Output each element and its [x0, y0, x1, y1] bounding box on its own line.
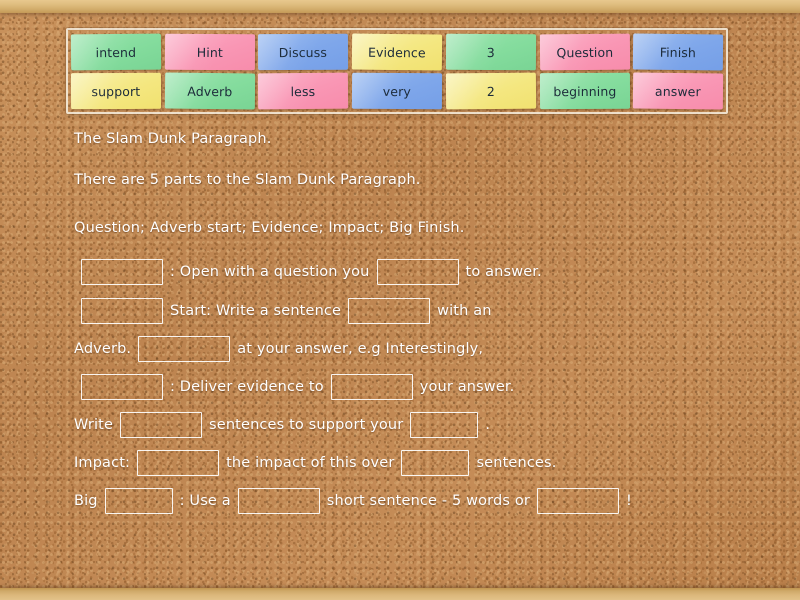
- title-text: The Slam Dunk Paragraph.: [74, 131, 272, 147]
- blank-3[interactable]: [81, 298, 163, 324]
- tile-row-1: intend Hint Discuss Evidence 3 Question …: [70, 33, 724, 71]
- tile-label: less: [290, 83, 316, 99]
- blank-1[interactable]: [81, 259, 163, 285]
- tile-label: Discuss: [279, 44, 328, 60]
- tile-label: intend: [95, 44, 137, 60]
- word-tile-bank: intend Hint Discuss Evidence 3 Question …: [66, 28, 728, 114]
- board-frame-top: [0, 0, 800, 13]
- adverb-hint-text-a: Adverb.: [74, 341, 132, 357]
- blank-11[interactable]: [401, 450, 470, 476]
- impact-text-b: the impact of this over: [226, 455, 395, 471]
- structure-text: Question; Adverb start; Evidence; Impact…: [74, 220, 465, 236]
- tile-label: beginning: [552, 83, 617, 99]
- text-line-support: Write sentences to support your .: [0, 406, 800, 444]
- big-finish-text-a: Big: [74, 493, 98, 509]
- word-tile-evidence[interactable]: Evidence: [351, 33, 443, 71]
- word-tile-hint[interactable]: Hint: [164, 33, 255, 71]
- text-line-title: The Slam Dunk Paragraph.: [0, 122, 800, 156]
- word-tile-support[interactable]: support: [70, 72, 161, 110]
- blank-12[interactable]: [104, 488, 173, 514]
- text-line-adverb-start: Start: Write a sentence with an: [0, 292, 800, 330]
- word-tile-intend[interactable]: intend: [70, 33, 161, 71]
- blank-2[interactable]: [376, 259, 459, 285]
- blank-6[interactable]: [81, 374, 163, 400]
- word-tile-less[interactable]: less: [258, 72, 349, 110]
- parts-text: There are 5 parts to the Slam Dunk Parag…: [74, 172, 421, 188]
- cork-board: intend Hint Discuss Evidence 3 Question …: [0, 0, 800, 600]
- blank-10[interactable]: [137, 450, 220, 476]
- tile-label: Hint: [196, 44, 223, 60]
- blank-8[interactable]: [120, 412, 203, 438]
- tile-label: Adverb: [186, 83, 233, 99]
- tile-label: answer: [655, 83, 702, 99]
- blank-7[interactable]: [330, 374, 413, 400]
- tile-label: Evidence: [368, 44, 426, 60]
- blank-13[interactable]: [237, 488, 320, 514]
- tile-label: 2: [486, 83, 495, 99]
- text-line-big-finish: Big : Use a short sentence - 5 words or …: [0, 482, 800, 520]
- tile-label: 3: [486, 44, 495, 60]
- text-line-impact: Impact: the impact of this over sentence…: [0, 444, 800, 482]
- impact-text-c: sentences.: [476, 455, 557, 471]
- question-text-b: to answer.: [465, 264, 542, 280]
- big-finish-text-b: : Use a: [179, 493, 231, 509]
- impact-text-a: Impact:: [74, 455, 131, 471]
- support-text-c: .: [485, 417, 491, 433]
- text-line-evidence: : Deliver evidence to your answer.: [0, 368, 800, 406]
- blank-5[interactable]: [138, 336, 231, 362]
- question-text-a: : Open with a question you: [170, 264, 370, 280]
- word-tile-2[interactable]: 2: [445, 72, 536, 110]
- word-tile-very[interactable]: very: [352, 72, 442, 110]
- adverb-hint-text-b: at your answer, e.g Interestingly,: [237, 341, 484, 357]
- big-finish-text-d: !: [625, 493, 632, 509]
- blank-4[interactable]: [348, 298, 431, 324]
- word-tile-discuss[interactable]: Discuss: [258, 33, 349, 71]
- board-frame-bottom: [0, 588, 800, 600]
- word-tile-beginning[interactable]: beginning: [539, 72, 630, 110]
- adverb-start-text-b: with an: [437, 303, 492, 319]
- text-line-question: : Open with a question you to answer.: [0, 252, 800, 292]
- word-tile-adverb[interactable]: Adverb: [164, 72, 255, 110]
- exercise-text: The Slam Dunk Paragraph. There are 5 par…: [0, 122, 800, 520]
- word-tile-answer[interactable]: answer: [633, 72, 724, 110]
- tile-label: very: [382, 83, 412, 99]
- word-tile-question[interactable]: Question: [539, 33, 630, 71]
- tile-label: Question: [556, 44, 613, 60]
- evidence-text-a: : Deliver evidence to: [170, 379, 324, 395]
- adverb-start-text-a: Start: Write a sentence: [170, 303, 342, 319]
- word-tile-finish[interactable]: Finish: [633, 33, 724, 71]
- word-tile-3[interactable]: 3: [445, 33, 536, 71]
- evidence-text-b: your answer.: [419, 379, 515, 395]
- big-finish-text-c: short sentence - 5 words or: [326, 493, 530, 509]
- text-line-adverb-hint: Adverb. at your answer, e.g Interestingl…: [0, 330, 800, 368]
- support-text-a: Write: [74, 417, 114, 433]
- tile-label: support: [91, 83, 141, 99]
- support-text-b: sentences to support your: [209, 417, 404, 433]
- blank-14[interactable]: [536, 488, 619, 514]
- tile-label: Finish: [660, 44, 697, 60]
- text-line-structure: Question; Adverb start; Evidence; Impact…: [0, 204, 800, 252]
- blank-9[interactable]: [410, 412, 479, 438]
- tile-row-2: support Adverb less very 2 beginning ans…: [70, 72, 724, 110]
- text-line-parts: There are 5 parts to the Slam Dunk Parag…: [0, 156, 800, 204]
